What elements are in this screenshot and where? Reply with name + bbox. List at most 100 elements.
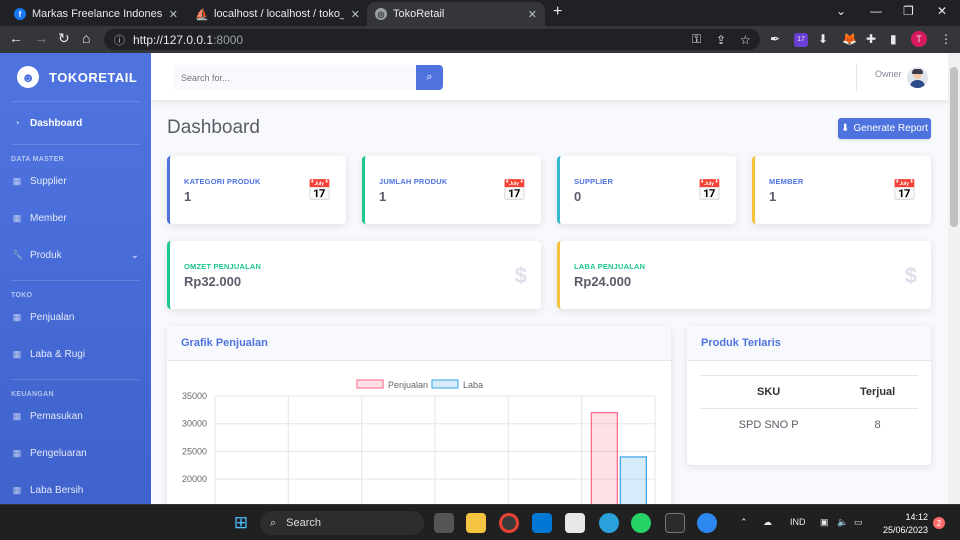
close-tab-icon[interactable]: ✕	[351, 8, 360, 21]
store-icon[interactable]	[565, 513, 585, 533]
sidebar-item-laba-rugi[interactable]: ▦ Laba & Rugi	[0, 336, 151, 373]
sidebar-item-pemasukan[interactable]: ▦ Pemasukan	[0, 398, 151, 435]
download-icon: ⬇	[841, 123, 850, 134]
language-indicator[interactable]: IND	[790, 517, 806, 527]
browser-tabbar: f Markas Freelance Indonesia | Fac ✕ ⛵ l…	[0, 0, 960, 26]
maximize-icon[interactable]: ❐	[903, 4, 914, 18]
back-icon[interactable]: ←	[9, 30, 23, 46]
card-member: MEMBER 1 📅	[752, 156, 931, 224]
sidebar-divider	[11, 280, 140, 281]
extensions-puzzle-icon[interactable]: ✚	[866, 32, 876, 46]
whatsapp-icon[interactable]	[631, 513, 651, 533]
address-bar[interactable]: ⓘ http://127.0.0.1:8000 ⚿ ⇪ ☆	[104, 29, 760, 50]
taskbar-search-label: Search	[286, 517, 322, 529]
sidebar-item-dashboard[interactable]: ◔ Dashboard	[0, 108, 151, 138]
best-seller-table: SKU Terjual SPD SNO P 8	[700, 375, 918, 442]
sidebar-item-produk[interactable]: 🔧 Produk ⌄	[0, 237, 151, 274]
chrome-icon[interactable]	[499, 513, 519, 533]
table-icon: ▦	[12, 448, 22, 458]
legend-swatch	[431, 379, 459, 389]
tab-facebook[interactable]: f Markas Freelance Indonesia | Fac ✕	[6, 2, 186, 26]
info-icon[interactable]: ⓘ	[114, 32, 125, 48]
card-kategori-produk: KATEGORI PRODUK 1 📅	[167, 156, 346, 224]
extension-quill-icon[interactable]: ✒	[770, 32, 780, 46]
minimize-icon[interactable]: —	[870, 4, 882, 18]
sidebar: ☻ TOKORETAIL ◔ Dashboard DATA MASTER ▦ S…	[0, 53, 151, 504]
best-seller-title: Produk Terlaris	[687, 326, 931, 361]
reload-icon[interactable]: ↻	[58, 30, 70, 47]
sidebar-heading: KEUANGAN	[11, 391, 54, 398]
sidebar-item-label: Pengeluaran	[30, 448, 87, 459]
card-value: 1	[184, 189, 192, 204]
sidebar-item-pengeluaran[interactable]: ▦ Pengeluaran	[0, 435, 151, 472]
card-label: KATEGORI PRODUK	[184, 177, 261, 186]
windows-start-icon[interactable]: ⊞	[231, 513, 251, 533]
scrollbar-thumb[interactable]	[950, 67, 958, 227]
dollar-icon: $	[904, 263, 917, 288]
sidebar-item-penjualan[interactable]: ▦ Penjualan	[0, 299, 151, 336]
search-input[interactable]	[173, 65, 416, 90]
table-row: SPD SNO P 8	[700, 409, 918, 442]
home-icon[interactable]: ⌂	[82, 30, 90, 46]
sidebar-item-member[interactable]: ▦ Member	[0, 200, 151, 237]
forward-icon[interactable]: →	[34, 30, 48, 46]
sidepanel-icon[interactable]: ▮	[890, 32, 897, 46]
generate-report-button[interactable]: ⬇ Generate Report	[838, 118, 931, 139]
table-cell: SPD SNO P	[738, 419, 799, 432]
close-tab-icon[interactable]: ✕	[169, 8, 178, 21]
chevron-up-icon[interactable]: ⌃	[740, 517, 748, 528]
search-icon: ⌕	[270, 516, 277, 529]
key-icon[interactable]: ⚿	[692, 32, 701, 47]
extension-badge-icon[interactable]: 17	[794, 33, 808, 47]
notification-badge[interactable]: 2	[933, 517, 945, 529]
y-tick-label: 25000	[182, 446, 207, 456]
tab-tokoretail[interactable]: ◎ TokoRetail ✕	[367, 2, 545, 26]
sidebar-item-supplier[interactable]: ▦ Supplier	[0, 163, 151, 200]
sidebar-heading: DATA MASTER	[11, 156, 64, 163]
avatar[interactable]	[907, 67, 928, 88]
page-scrollbar[interactable]	[948, 53, 960, 504]
share-icon[interactable]: ⇪	[716, 33, 726, 47]
metamask-icon[interactable]: 🦊	[842, 32, 857, 46]
main-content: ⌕ Owner Dashboard ⬇ Generate Report KATE…	[151, 53, 948, 504]
sidebar-brand[interactable]: ☻ TOKORETAIL	[0, 53, 151, 101]
sidebar-item-laba-bersih[interactable]: ▦ Laba Bersih	[0, 472, 151, 504]
sidebar-divider	[11, 379, 140, 380]
sidebar-item-label: Laba Bersih	[30, 485, 84, 496]
sidebar-item-label: Laba & Rugi	[30, 349, 86, 360]
telegram-icon[interactable]	[599, 513, 619, 533]
taskbar-clock[interactable]: 14:12 25/06/2023	[872, 511, 928, 537]
brand-name: TOKORETAIL	[49, 69, 138, 85]
sidebar-heading: TOKO	[11, 292, 33, 299]
task-view-icon[interactable]	[434, 513, 454, 533]
terminal-icon[interactable]	[665, 513, 685, 533]
table-icon: ▦	[12, 485, 22, 495]
close-window-icon[interactable]: ✕	[937, 4, 947, 18]
search-button[interactable]: ⌕	[416, 65, 443, 90]
calendar-icon: 📅	[697, 180, 722, 202]
file-explorer-icon[interactable]	[466, 513, 486, 533]
card-value: 1	[769, 189, 777, 204]
bar-laba	[619, 456, 647, 504]
new-tab-icon[interactable]: +	[553, 3, 562, 21]
profile-avatar[interactable]: T	[911, 31, 927, 47]
url-port: :8000	[213, 32, 244, 47]
cloud-icon[interactable]: ☁	[763, 517, 772, 528]
taskbar: ⊞ ⌕ Search ⌃ ☁ IND ▣ 🔈 ▭ 14:12 25/06/202…	[0, 504, 960, 540]
extension-download-icon[interactable]: ⬇	[818, 32, 828, 46]
dollar-icon: $	[514, 263, 527, 288]
volume-icon[interactable]: 🔈	[837, 517, 848, 528]
taskbar-search[interactable]: ⌕ Search	[260, 511, 424, 535]
tab-phpmyadmin[interactable]: ⛵ localhost / localhost / toko_retail ✕	[188, 2, 368, 26]
network-globe-icon[interactable]	[697, 513, 717, 533]
sidebar-item-label: Pemasukan	[30, 411, 83, 422]
bookmark-star-icon[interactable]: ☆	[740, 33, 751, 47]
user-name[interactable]: Owner	[875, 69, 902, 79]
close-tab-icon[interactable]: ✕	[528, 8, 537, 21]
vscode-icon[interactable]	[532, 513, 552, 533]
tab-search-icon[interactable]: ⌄	[836, 4, 846, 18]
menu-kebab-icon[interactable]: ⋮	[940, 32, 952, 46]
wifi-icon[interactable]: ▣	[820, 517, 829, 528]
card-label: LABA PENJUALAN	[574, 262, 646, 271]
battery-icon[interactable]: ▭	[854, 517, 863, 528]
